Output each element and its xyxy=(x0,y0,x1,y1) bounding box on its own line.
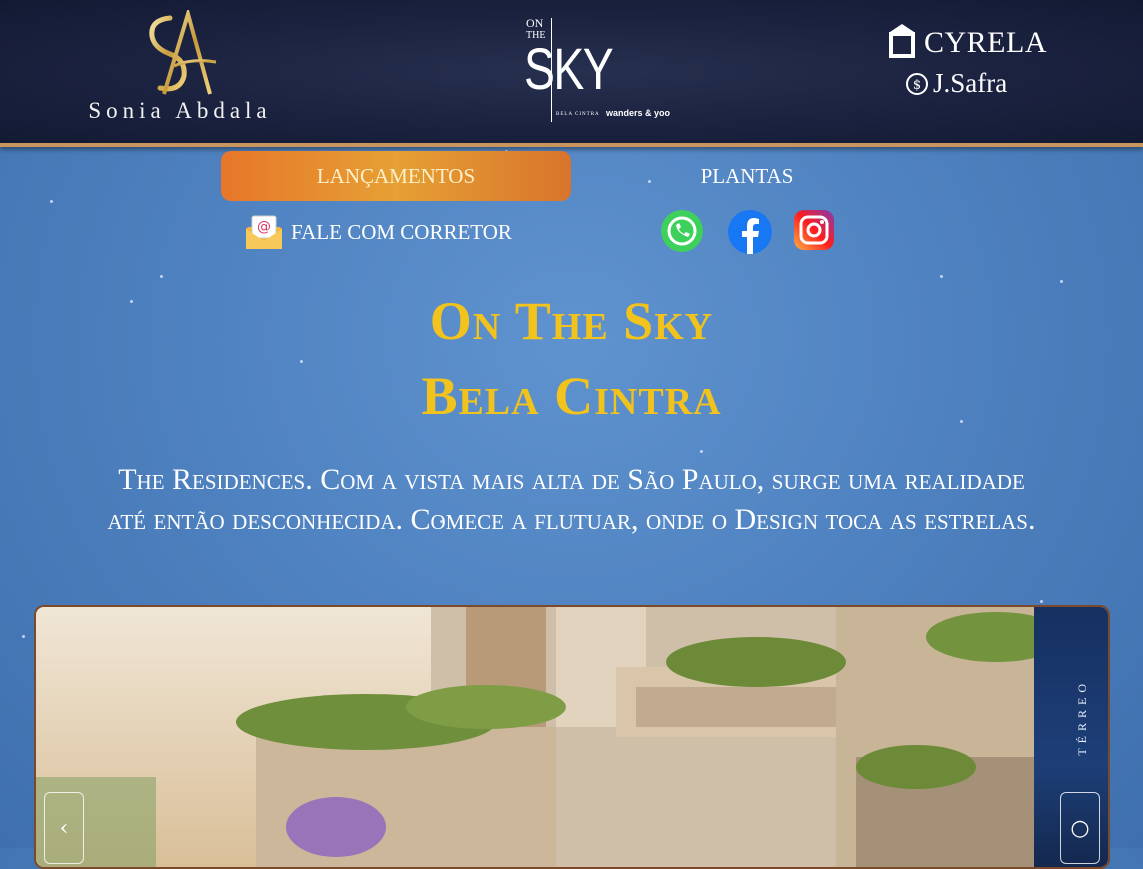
hero-description: The Residences. Com a vista mais alta de… xyxy=(107,463,1036,536)
contact-label: FALE COM CORRETOR xyxy=(291,219,512,244)
cyrela-house-icon xyxy=(889,24,915,58)
email-envelope-icon: @ xyxy=(246,215,282,249)
logo-sky-text: SKY xyxy=(524,37,614,102)
gallery-prev-button[interactable]: ‹ xyxy=(44,792,84,864)
logo-sub-text: BELA CINTRA xyxy=(556,112,600,117)
image-gallery[interactable]: ‹ TÉRREO ○ xyxy=(34,605,1110,869)
logo-on-text: ON xyxy=(526,16,544,30)
brand-name: Sonia Abdala xyxy=(88,98,272,123)
site-header: Sonia Abdala ON THE SKY BELA CINTRA wand… xyxy=(0,0,1143,147)
gallery-next-button[interactable]: ○ xyxy=(1060,792,1100,864)
svg-text:@: @ xyxy=(257,219,271,235)
contact-broker-link[interactable]: @ FALE COM CORRETOR xyxy=(245,212,512,252)
safra-seal-icon: $ xyxy=(906,73,928,95)
hero-subtitle: Bela Cintra xyxy=(421,366,722,426)
sonia-abdala-logo[interactable]: Sonia Abdala xyxy=(60,10,300,128)
nav-plantas-button[interactable]: PLANTAS xyxy=(572,151,922,201)
cyrela-logo[interactable]: CYRELA xyxy=(888,22,1047,62)
facebook-icon[interactable] xyxy=(727,209,772,254)
safra-text: J.Safra xyxy=(933,68,1008,98)
prev-arrow-icon: ‹ xyxy=(59,815,69,841)
nav-lancamentos-button[interactable]: LANÇAMENTOS xyxy=(221,151,571,201)
whatsapp-icon[interactable] xyxy=(660,209,704,253)
jsafra-logo[interactable]: $ J.Safra xyxy=(905,68,1045,100)
on-the-sky-logo[interactable]: ON THE SKY BELA CINTRA wanders & yoo xyxy=(522,14,672,126)
hero-title: On The Sky xyxy=(429,291,714,351)
building-render-image xyxy=(36,607,1036,867)
instagram-icon[interactable] xyxy=(793,209,837,253)
next-arrow-icon: ○ xyxy=(1070,815,1090,841)
floor-label: TÉRREO xyxy=(1075,679,1089,756)
logo-partner-text: wanders & yoo xyxy=(606,108,671,118)
sa-monogram-icon xyxy=(149,10,217,95)
svg-text:$: $ xyxy=(913,78,921,93)
floor-tab[interactable]: TÉRREO ○ xyxy=(1034,607,1108,867)
logo-divider xyxy=(551,18,552,122)
cyrela-text: CYRELA xyxy=(924,26,1047,59)
